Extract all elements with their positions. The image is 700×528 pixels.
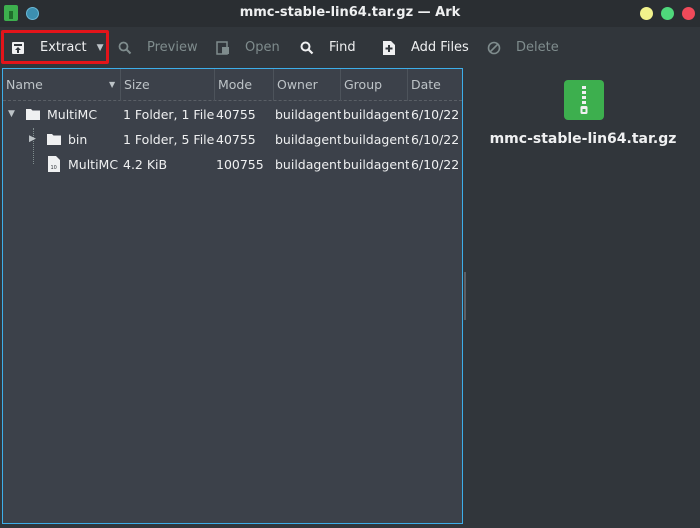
maximize-button[interactable] [661, 7, 674, 20]
table-row[interactable]: ▶ bin 1 Folder, 5 Files 40755 buildagent… [3, 127, 462, 152]
sort-down-arrow-icon: ▼ [109, 80, 116, 89]
column-header-date[interactable]: Date [408, 69, 462, 101]
extract-highlight-annotation [1, 30, 109, 64]
open-document-icon [215, 40, 231, 56]
column-header-mode[interactable]: Mode [215, 69, 274, 101]
delete-label: Delete [516, 40, 559, 55]
row-owner: buildagent [275, 132, 341, 147]
row-owner: buildagent [275, 107, 341, 122]
row-name: bin [68, 132, 88, 147]
folder-icon [47, 133, 61, 148]
preview-button[interactable]: Preview [117, 27, 198, 68]
row-mode: 100755 [216, 157, 264, 172]
row-owner: buildagent [275, 157, 341, 172]
row-group: buildagent [343, 132, 409, 147]
expand-arrow-down-icon[interactable]: ▼ [8, 102, 15, 127]
row-date: 6/10/22 [411, 107, 460, 122]
table-row[interactable]: 10 MultiMC 4.2 KiB 100755 buildagent bui… [3, 152, 462, 177]
window-title: mmc-stable-lin64.tar.gz — Ark [239, 5, 461, 20]
column-header-size[interactable]: Size [121, 69, 215, 101]
row-size: 1 Folder, 1 File [123, 107, 215, 122]
row-name: MultiMC [68, 157, 119, 172]
add-file-icon [381, 40, 397, 56]
archive-zip-icon [564, 80, 604, 120]
row-mode: 40755 [216, 107, 256, 122]
find-search-icon [299, 40, 315, 56]
folder-icon [26, 108, 40, 123]
find-label: Find [329, 40, 356, 55]
expand-arrow-right-icon[interactable]: ▶ [29, 127, 36, 152]
column-header-group[interactable]: Group [341, 69, 408, 101]
delete-button[interactable]: Delete [486, 27, 559, 68]
delete-prohibited-icon [486, 40, 502, 56]
archive-name-label: mmc-stable-lin64.tar.gz [489, 131, 677, 147]
row-size: 4.2 KiB [123, 157, 168, 172]
preview-label: Preview [147, 40, 198, 55]
minimize-button[interactable] [640, 7, 653, 20]
archive-file-tree[interactable]: Name ▼ Size Mode Owner Group Date ▼ Mult… [2, 68, 463, 524]
executable-file-icon: 10 [48, 156, 60, 175]
add-files-button[interactable]: Add Files [381, 27, 469, 68]
row-group: buildagent [343, 157, 409, 172]
row-date: 6/10/22 [411, 132, 460, 147]
column-header-owner[interactable]: Owner [274, 69, 341, 101]
close-button[interactable] [682, 7, 695, 20]
open-button[interactable]: Open [215, 27, 280, 68]
column-header-name[interactable]: Name [3, 69, 121, 101]
title-bar: mmc-stable-lin64.tar.gz — Ark [0, 0, 700, 27]
row-date: 6/10/22 [411, 157, 460, 172]
row-name: MultiMC [47, 107, 98, 122]
row-group: buildagent [343, 107, 409, 122]
row-size: 1 Folder, 5 Files [123, 132, 215, 147]
table-row[interactable]: ▼ MultiMC 1 Folder, 1 File 40755 buildag… [3, 102, 462, 127]
info-panel: mmc-stable-lin64.tar.gz [466, 68, 700, 528]
svg-text:10: 10 [51, 165, 57, 171]
add-files-label: Add Files [411, 40, 469, 55]
table-header: Name ▼ Size Mode Owner Group Date [3, 69, 462, 101]
open-label: Open [245, 40, 280, 55]
row-mode: 40755 [216, 132, 256, 147]
find-button[interactable]: Find [299, 27, 356, 68]
preview-search-icon [117, 40, 133, 56]
